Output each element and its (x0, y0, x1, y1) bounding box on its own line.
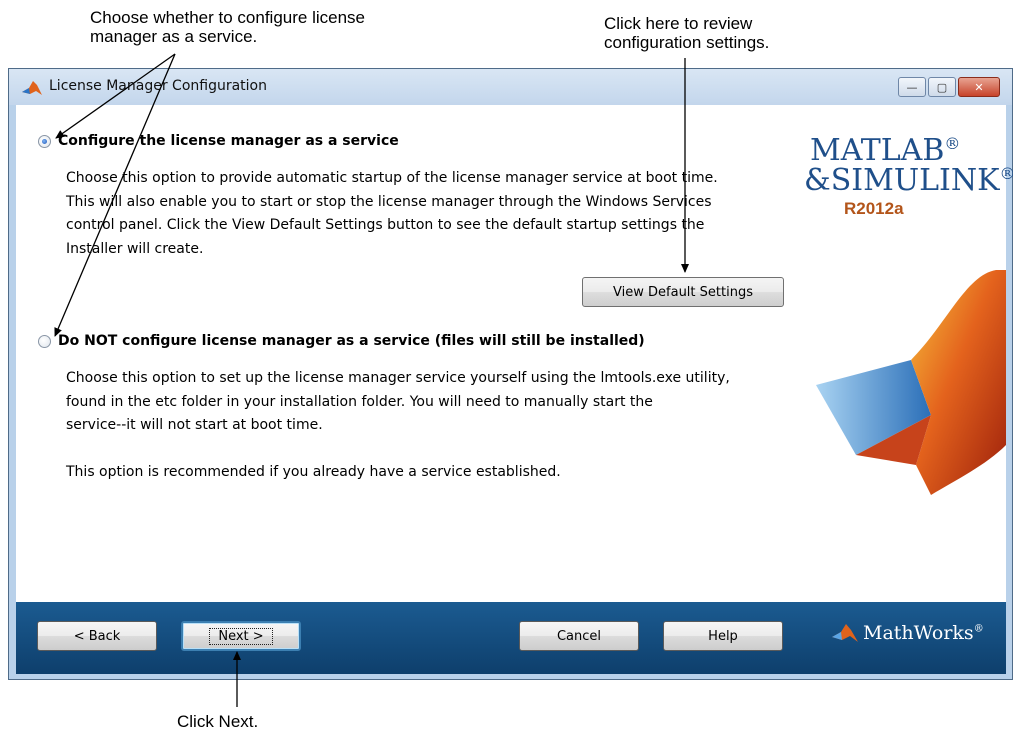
next-button-label: Next > (209, 627, 273, 645)
simulink-wordmark: &SIMULINK® (804, 163, 1013, 198)
option-no-service-label: Do NOT configure license manager as a se… (58, 333, 645, 349)
option-configure-service-description: Choose this option to provide automatic … (66, 170, 718, 257)
options-panel: Configure the license manager as a servi… (16, 105, 796, 602)
callout-service-choice: Choose whether to configure license mana… (90, 8, 365, 46)
mathworks-logo: MathWorks® (831, 622, 984, 644)
dialog-body: Configure the license manager as a servi… (16, 105, 1013, 602)
back-button[interactable]: < Back (37, 621, 157, 651)
mathworks-membrane-icon (832, 624, 858, 642)
maximize-button[interactable]: ▢ (928, 77, 956, 97)
cancel-button[interactable]: Cancel (519, 621, 639, 651)
radio-configure-service[interactable] (38, 134, 51, 148)
option-configure-service-label: Configure the license manager as a servi… (58, 133, 399, 149)
option-no-service-description: Choose this option to set up the license… (66, 370, 730, 480)
option-no-service[interactable]: Do NOT configure license manager as a se… (38, 333, 645, 349)
minimize-button[interactable]: — (898, 77, 926, 97)
button-bar: < Back Next > Cancel Help MathWorks® (16, 602, 1006, 674)
callout-review-settings: Click here to review configuration setti… (604, 14, 770, 52)
title-bar[interactable]: License Manager Configuration — ▢ ✕ (9, 69, 1012, 105)
mathworks-wordmark: MathWorks® (863, 622, 984, 644)
help-button[interactable]: Help (663, 621, 783, 651)
membrane-logo-icon (816, 270, 1006, 495)
next-button[interactable]: Next > (181, 621, 301, 651)
release-label: R2012a (844, 199, 904, 218)
window-controls: — ▢ ✕ (898, 77, 1000, 97)
close-button[interactable]: ✕ (958, 77, 1000, 97)
view-default-settings-button[interactable]: View Default Settings (582, 277, 784, 307)
option-configure-service[interactable]: Configure the license manager as a servi… (38, 133, 399, 149)
matlab-logo-icon (22, 81, 42, 95)
callout-click-next: Click Next. (177, 712, 259, 731)
license-manager-window: License Manager Configuration — ▢ ✕ Conf… (8, 68, 1013, 680)
brand-panel: MATLAB® &SIMULINK® R2012a (796, 105, 1013, 602)
window-title: License Manager Configuration (49, 78, 267, 94)
radio-no-service[interactable] (38, 334, 51, 348)
